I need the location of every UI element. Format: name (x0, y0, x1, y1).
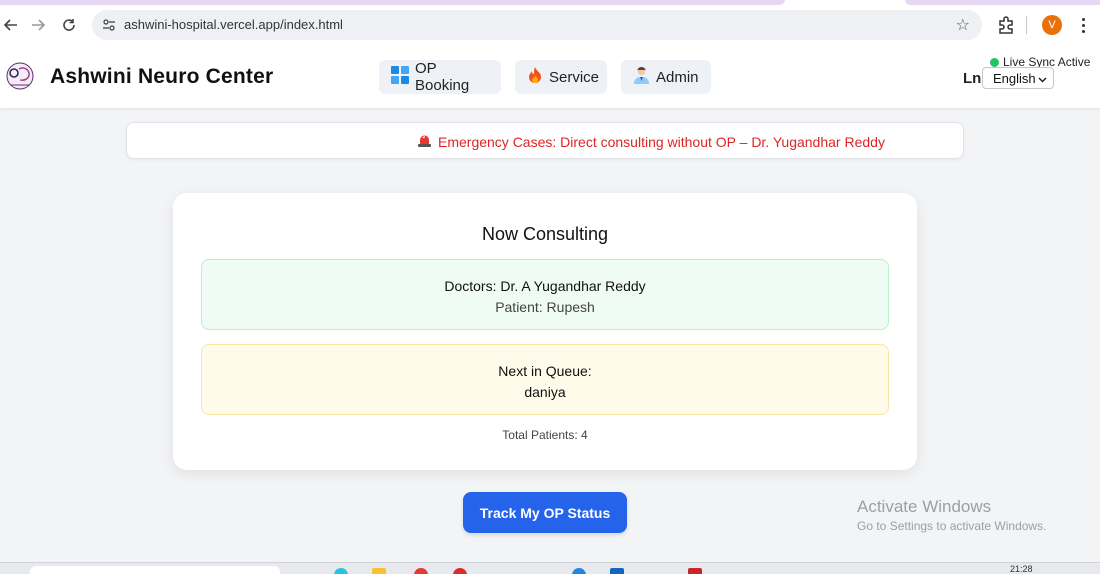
now-consulting-title: Now Consulting (481, 224, 609, 244)
doctor-name: Doctors: Dr. A Yugandhar Reddy (444, 278, 646, 294)
nav-service-label: Service (549, 68, 600, 86)
hospital-logo (5, 61, 35, 91)
siren-icon (417, 133, 432, 150)
next-queue-label: Next in Queue: (498, 363, 592, 379)
brand-title: Ashwini Neuro Center (50, 65, 274, 88)
next-queue-name: daniya (524, 384, 566, 400)
windows-taskbar: 21:28 (0, 562, 1100, 574)
doctor-avatar-icon (633, 66, 650, 88)
taskbar-app-icon[interactable] (334, 568, 348, 574)
live-status-dot (990, 57, 999, 67)
chevron-down-icon (1038, 71, 1047, 86)
taskbar-app-icon[interactable] (453, 568, 467, 574)
activate-windows-subtitle: Go to Settings to activate Windows. (857, 519, 1047, 533)
next-queue-box: Next in Queue: daniya (201, 344, 889, 415)
extensions-puzzle-icon[interactable] (996, 15, 1016, 35)
taskbar-clock[interactable]: 21:28 (1010, 564, 1033, 574)
browser-toolbar: ashwini-hospital.vercel.app/index.html ☆… (0, 5, 1100, 45)
app-header: Ashwini Neuro Center OP Booking Service … (0, 45, 1100, 109)
total-patients: Total Patients: 4 (502, 428, 588, 442)
back-icon[interactable] (0, 14, 22, 36)
taskbar-app-icon[interactable] (414, 568, 428, 574)
track-op-status-button[interactable]: Track My OP Status (463, 492, 627, 533)
taskbar-search-box[interactable] (30, 566, 280, 574)
reload-icon[interactable] (58, 14, 80, 36)
url-text[interactable]: ashwini-hospital.vercel.app/index.html (124, 17, 343, 32)
forward-icon[interactable] (27, 14, 49, 36)
now-consulting-card: Now Consulting Doctors: Dr. A Yugandhar … (173, 193, 917, 470)
current-consultation-box: Doctors: Dr. A Yugandhar Reddy Patient: … (201, 259, 889, 330)
taskbar-folder-icon[interactable] (372, 568, 386, 574)
taskbar-app-icon[interactable] (688, 568, 702, 574)
patient-name: Patient: Rupesh (495, 299, 595, 315)
nav-service[interactable]: Service (515, 60, 607, 94)
language-select[interactable]: English (982, 67, 1054, 89)
emergency-banner-text: Emergency Cases: Direct consulting witho… (438, 133, 885, 150)
language-selected-value: English (993, 70, 1036, 86)
nav-op-booking[interactable]: OP Booking (379, 60, 501, 94)
site-settings-icon[interactable] (100, 16, 118, 34)
nav-admin-label: Admin (656, 68, 699, 86)
nav-admin[interactable]: Admin (621, 60, 711, 94)
emergency-banner: Emergency Cases: Direct consulting witho… (126, 122, 964, 159)
profile-avatar[interactable]: V (1042, 15, 1062, 35)
address-bar[interactable]: ashwini-hospital.vercel.app/index.html ☆ (92, 10, 982, 40)
browser-menu-icon[interactable] (1074, 14, 1092, 36)
taskbar-app-icon[interactable] (610, 568, 624, 574)
toolbar-divider (1026, 16, 1027, 34)
language-label: Ln (963, 70, 982, 87)
activate-windows-title: Activate Windows (857, 497, 992, 516)
fire-icon (527, 66, 543, 88)
taskbar-app-icon[interactable] (572, 568, 586, 574)
dashboard-grid-icon (391, 66, 409, 88)
nav-op-booking-label: OP Booking (415, 60, 470, 94)
bookmark-star-icon[interactable]: ☆ (956, 15, 970, 35)
